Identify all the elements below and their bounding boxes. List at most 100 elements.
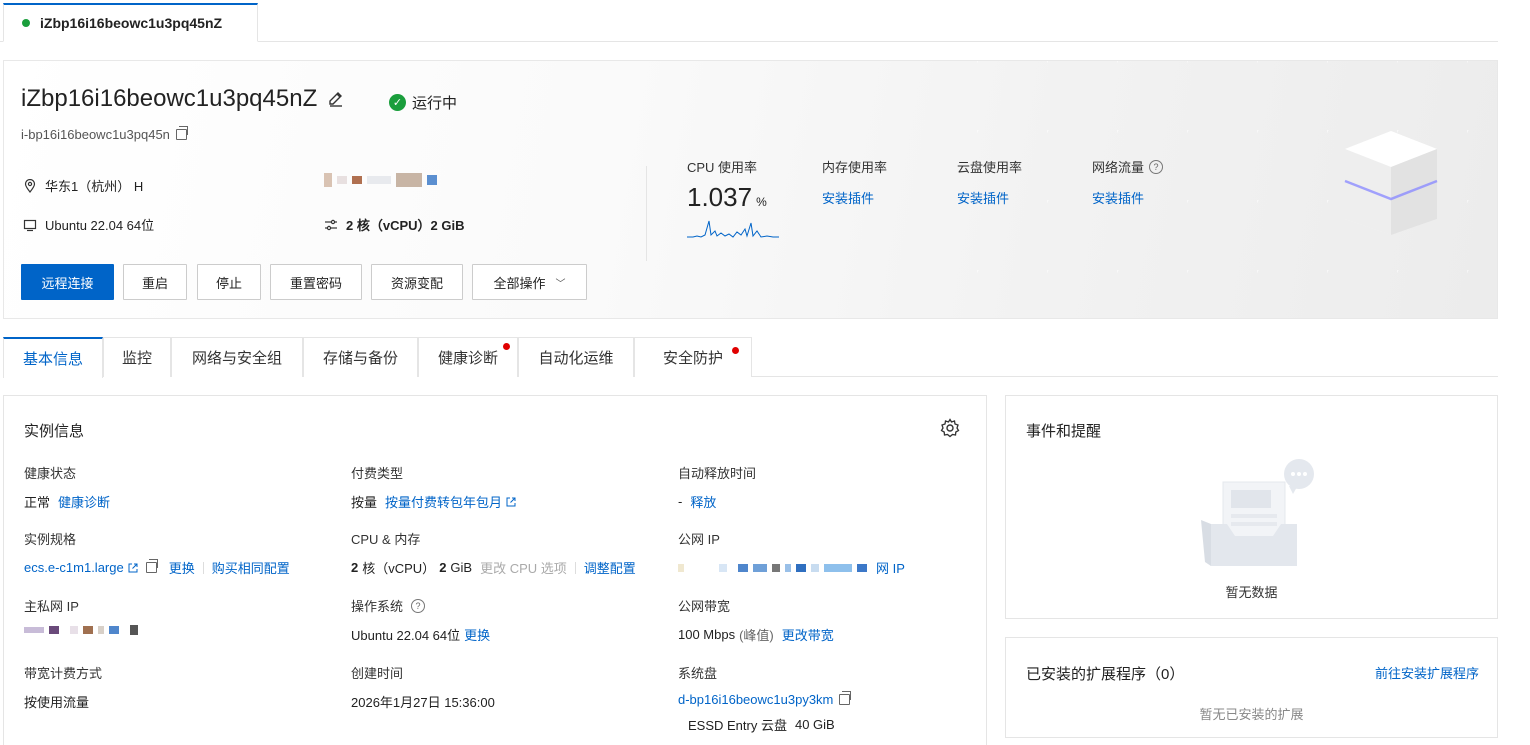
disk-install-link[interactable]: 安装插件	[957, 188, 1022, 207]
bandwidth-field: 公网带宽 100 Mbps (峰值) 更改带宽	[678, 596, 834, 644]
redacted-block	[83, 626, 93, 634]
notification-dot	[732, 347, 739, 354]
tab-automation[interactable]: 自动化运维	[518, 337, 634, 377]
public-ip-key: 公网 IP	[678, 532, 720, 547]
redacted-block	[427, 175, 437, 185]
cpu-options-disabled: 更改 CPU 选项	[480, 561, 567, 576]
help-icon[interactable]: ?	[411, 598, 426, 613]
location-icon	[24, 178, 36, 193]
running-dot-icon	[22, 19, 30, 27]
tab-security-protection[interactable]: 安全防护	[634, 337, 752, 377]
redacted-block	[785, 563, 791, 572]
cpu-label: CPU 使用率	[687, 160, 758, 175]
public-ip-value-row: 网 IP	[678, 558, 905, 577]
gear-icon[interactable]	[940, 418, 960, 438]
tab-basic-info[interactable]: 基本信息	[3, 337, 103, 378]
redacted-block	[857, 563, 867, 572]
tab-health-diagnosis[interactable]: 健康诊断	[418, 337, 518, 377]
convert-billing-link[interactable]: 按量付费转包年包月	[385, 492, 502, 511]
empty-inbox-icon	[1201, 459, 1314, 566]
bandwidth-value: 100 Mbps	[678, 627, 736, 642]
restart-button[interactable]: 重启	[123, 264, 187, 300]
redacted-block	[70, 626, 78, 634]
redacted-block	[367, 176, 391, 184]
redacted-block	[337, 176, 347, 184]
redacted-block	[130, 625, 138, 635]
billing-field: 付费类型 按量 按量付费转包年包月	[351, 463, 516, 511]
adjust-config-link[interactable]: 调整配置	[584, 558, 636, 577]
bandwidth-key: 公网带宽	[678, 599, 731, 614]
private-ip-key: 主私网 IP	[24, 599, 79, 614]
created-key: 创建时间	[351, 666, 404, 681]
cpu-unit: %	[756, 195, 767, 209]
tab-network-security[interactable]: 网络与安全组	[171, 337, 303, 377]
spec-link[interactable]: ecs.e-c1m1.large	[24, 560, 124, 575]
redacted-block	[324, 173, 332, 187]
health-field: 健康状态 正常 健康诊断	[24, 463, 110, 511]
release-value-row: - 释放	[678, 492, 756, 511]
buy-same-link[interactable]: 购买相同配置	[212, 558, 290, 577]
created-field: 创建时间 2026年1月27日 15:36:00	[351, 663, 495, 711]
redacted-block	[753, 563, 767, 572]
redacted-block	[109, 626, 119, 634]
redacted-block	[396, 173, 422, 187]
instance-info-panel: 实例信息 健康状态 正常 健康诊断 付费类型 按量 按量付费转包年包月 自动释放…	[3, 395, 987, 745]
events-panel: 事件和提醒 暂无数据	[1005, 395, 1498, 619]
os-text: Ubuntu 22.04 64位	[45, 218, 155, 233]
edit-icon[interactable]	[327, 90, 345, 108]
redacted-meta	[324, 173, 442, 187]
all-operations-label: 全部操作	[493, 275, 546, 291]
system-disk-detail-row: ESSD Entry 云盘 40 GiB	[678, 715, 850, 734]
os-value-row: Ubuntu 22.04 64位 更换	[351, 625, 490, 644]
help-icon[interactable]: ?	[1149, 159, 1164, 174]
all-operations-dropdown[interactable]: 全部操作 ﹀	[472, 264, 587, 300]
change-spec-link[interactable]: 更换	[169, 558, 195, 577]
extensions-empty-text: 暂无已安装的扩展	[1199, 707, 1304, 722]
health-value: 正常	[24, 495, 51, 510]
resize-button[interactable]: 资源变配	[371, 264, 463, 300]
tab-monitor[interactable]: 监控	[103, 337, 171, 377]
cpu-value: 1.037	[687, 182, 753, 212]
separator	[202, 561, 204, 574]
network-install-link[interactable]: 安装插件	[1092, 188, 1163, 207]
copy-icon[interactable]	[175, 126, 188, 140]
copy-icon[interactable]	[839, 691, 852, 705]
os-meta: Ubuntu 22.04 64位	[23, 215, 154, 234]
install-extension-link[interactable]: 前往安装扩展程序	[1375, 663, 1479, 682]
extensions-panel: 已安装的扩展程序（0） 前往安装扩展程序 暂无已安装的扩展	[1005, 637, 1498, 738]
reset-password-button[interactable]: 重置密码	[270, 264, 362, 300]
stop-button[interactable]: 停止	[197, 264, 261, 300]
bandwidth-billing-key: 带宽计费方式	[24, 666, 103, 681]
release-link[interactable]: 释放	[690, 492, 716, 511]
change-os-link[interactable]: 更换	[464, 625, 490, 644]
remote-connect-button[interactable]: 远程连接	[21, 264, 114, 300]
cpu-metric: CPU 使用率 1.037%	[687, 157, 779, 244]
os-key: 操作系统	[351, 599, 404, 614]
private-ip-value-row	[24, 625, 143, 635]
instance-id: i-bp16i16beowc1u3pq45n	[21, 126, 188, 142]
system-disk-size: 40 GiB	[794, 717, 835, 732]
spec-field: 实例规格 ecs.e-c1m1.large 更换 购买相同配置	[24, 529, 290, 577]
memory-install-link[interactable]: 安装插件	[822, 188, 887, 207]
system-disk-link[interactable]: d-bp16i16beowc1u3py3km	[678, 692, 833, 707]
divider	[646, 166, 647, 261]
status-badge: ✓ 运行中	[389, 92, 457, 113]
memory-unit: GiB	[450, 560, 473, 575]
events-empty-text: 暂无数据	[1225, 585, 1278, 600]
cpu-memory-value-row: 2 核（vCPU） 2 GiB 更改 CPU 选项 调整配置	[351, 558, 636, 577]
health-diagnosis-link[interactable]: 健康诊断	[58, 492, 110, 511]
system-disk-type: ESSD Entry 云盘	[688, 718, 787, 733]
tab-storage-backup[interactable]: 存储与备份	[303, 337, 418, 377]
check-circle-icon: ✓	[389, 94, 406, 111]
copy-icon[interactable]	[145, 559, 158, 573]
detail-tabs: 基本信息 监控 网络与安全组 存储与备份 健康诊断 自动化运维 安全防护	[3, 337, 1498, 378]
redacted-block	[49, 626, 59, 634]
cpu-sparkline	[687, 220, 779, 238]
chevron-down-icon: ﹀	[555, 278, 566, 290]
instance-tab[interactable]: iZbp16i16beowc1u3pq45nZ	[3, 3, 258, 42]
redacted-block	[719, 563, 727, 572]
external-link-icon	[506, 497, 516, 506]
change-bandwidth-link[interactable]: 更改带宽	[782, 625, 834, 644]
region-meta: 华东1（杭州） H	[23, 176, 143, 195]
public-ip-link[interactable]: 网 IP	[876, 558, 905, 577]
